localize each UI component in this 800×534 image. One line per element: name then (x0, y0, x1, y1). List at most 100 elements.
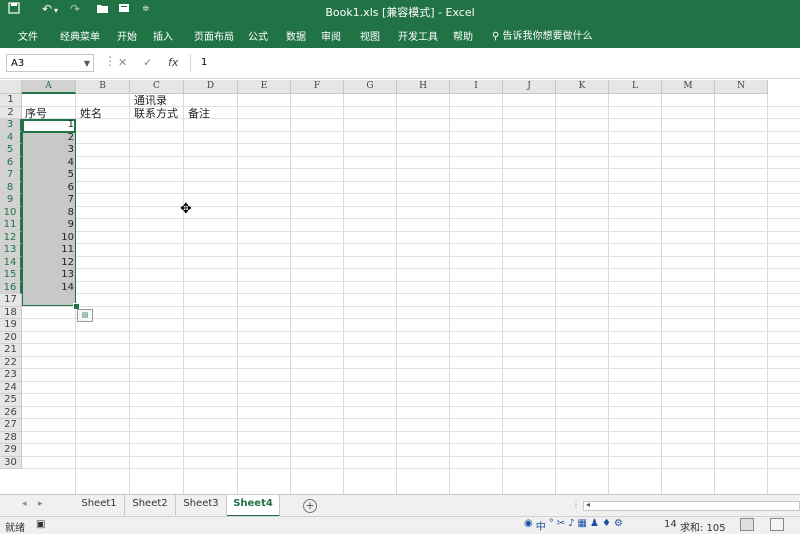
serial-cell[interactable]: 12 (22, 257, 74, 270)
serial-cell[interactable]: 11 (22, 244, 74, 257)
row-header-14[interactable]: 14 (0, 256, 22, 269)
row-header-2[interactable]: 2 (0, 106, 22, 119)
scroll-right-icon[interactable]: ▸ (38, 499, 43, 509)
ime-user-icon[interactable]: ♟ (590, 518, 599, 533)
column-header-e[interactable]: E (238, 80, 291, 94)
row-header-23[interactable]: 23 (0, 369, 22, 382)
serial-cell[interactable]: 8 (22, 207, 74, 220)
select-all-corner[interactable] (0, 80, 22, 94)
tab-insert[interactable]: 插入 (153, 28, 173, 43)
formula-input[interactable]: 1 (190, 54, 796, 72)
column-header-n[interactable]: N (715, 80, 768, 94)
auto-fill-options-icon[interactable]: ▤ (77, 309, 93, 322)
column-header-a[interactable]: A (22, 80, 76, 94)
serial-cell[interactable]: 9 (22, 219, 74, 232)
cell-c1[interactable]: 通讯录 (134, 95, 167, 107)
serial-cell[interactable]: 5 (22, 169, 74, 182)
column-header-i[interactable]: I (450, 80, 503, 94)
ime-chinese-icon[interactable]: 中 (536, 518, 546, 533)
row-header-3[interactable]: 3 (0, 119, 22, 132)
column-header-c[interactable]: C (130, 80, 184, 94)
row-header-26[interactable]: 26 (0, 406, 22, 419)
row-header-22[interactable]: 22 (0, 356, 22, 369)
serial-cell[interactable]: 4 (22, 157, 74, 170)
column-header-l[interactable]: L (609, 80, 662, 94)
page-layout-view-icon[interactable] (770, 518, 784, 531)
row-header-8[interactable]: 8 (0, 181, 22, 194)
ime-toolbar[interactable]: ◉ 中 ° ✂ ♪ ▦ ♟ ♦ ⚙ (524, 518, 623, 533)
row-header-5[interactable]: 5 (0, 144, 22, 157)
ime-punctuation-icon[interactable]: ° (549, 518, 554, 533)
ime-skin-icon[interactable]: ♦ (602, 518, 611, 533)
column-header-b[interactable]: B (76, 80, 130, 94)
sheet-tab-2[interactable]: Sheet2 (125, 495, 176, 515)
row-header-19[interactable]: 19 (0, 319, 22, 332)
row-header-6[interactable]: 6 (0, 156, 22, 169)
macro-record-icon[interactable]: ▣ (36, 519, 45, 530)
chevron-down-icon[interactable]: ▼ (84, 55, 90, 73)
sheet-tab-4[interactable]: Sheet4 (227, 495, 280, 517)
tell-me-search[interactable]: ⚲ 告诉我你想要做什么 (492, 27, 593, 42)
column-header-f[interactable]: F (291, 80, 344, 94)
row-header-10[interactable]: 10 (0, 206, 22, 219)
serial-cell[interactable]: 14 (22, 282, 74, 295)
row-header-28[interactable]: 28 (0, 431, 22, 444)
add-sheet-icon[interactable]: + (303, 499, 317, 513)
cell-c2[interactable]: 联系方式 (134, 108, 178, 120)
column-header-j[interactable]: J (503, 80, 556, 94)
scroll-left-arrow-icon[interactable]: ◂ (586, 500, 590, 509)
tab-page-layout[interactable]: 页面布局 (194, 28, 234, 43)
ime-voice-icon[interactable]: ♪ (568, 518, 574, 533)
row-header-20[interactable]: 20 (0, 331, 22, 344)
serial-cell[interactable]: 1 (22, 119, 74, 132)
column-header-k[interactable]: K (556, 80, 609, 94)
name-box[interactable]: A3 ▼ (6, 54, 94, 72)
row-header-4[interactable]: 4 (0, 131, 22, 144)
row-header-7[interactable]: 7 (0, 169, 22, 182)
serial-cell[interactable]: 7 (22, 194, 74, 207)
row-header-29[interactable]: 29 (0, 444, 22, 457)
ime-settings-icon[interactable]: ⚙ (614, 518, 623, 533)
row-header-1[interactable]: 1 (0, 94, 22, 107)
scroll-left-icon[interactable]: ◂ (22, 499, 27, 509)
row-header-27[interactable]: 27 (0, 419, 22, 432)
row-header-11[interactable]: 11 (0, 219, 22, 232)
ime-logo-icon[interactable]: ◉ (524, 518, 533, 533)
row-header-30[interactable]: 30 (0, 456, 22, 469)
insert-function-icon[interactable]: fx (168, 56, 178, 69)
row-header-16[interactable]: 16 (0, 281, 22, 294)
row-header-13[interactable]: 13 (0, 244, 22, 257)
serial-cell[interactable]: 13 (22, 269, 74, 282)
cell-b2[interactable]: 姓名 (80, 108, 102, 120)
column-header-h[interactable]: H (397, 80, 450, 94)
tab-home[interactable]: 开始 (117, 28, 137, 43)
row-header-21[interactable]: 21 (0, 344, 22, 357)
tab-classic-menu[interactable]: 经典菜单 (60, 28, 100, 43)
tab-help[interactable]: 帮助 (453, 28, 473, 43)
sheet-tab-1[interactable]: Sheet1 (74, 495, 125, 515)
serial-cell[interactable]: 3 (22, 144, 74, 157)
cancel-icon[interactable]: ✕ (118, 56, 127, 69)
worksheet-grid[interactable]: ABCDEFGHIJKLMN 1 2 3 4 5 6 7 8 9 10 11 12 13 14 15 16 17… (0, 80, 800, 494)
serial-cell[interactable]: 10 (22, 232, 74, 245)
tab-file[interactable]: 文件 (18, 28, 38, 43)
ime-tools-icon[interactable]: ✂ (557, 518, 565, 533)
row-header-24[interactable]: 24 (0, 381, 22, 394)
row-header-17[interactable]: 17 (0, 294, 22, 307)
cell-d2[interactable]: 备注 (188, 108, 210, 120)
tab-review[interactable]: 审阅 (321, 28, 341, 43)
tab-formulas[interactable]: 公式 (248, 28, 268, 43)
serial-cell[interactable]: 6 (22, 182, 74, 195)
row-header-9[interactable]: 9 (0, 194, 22, 207)
ime-keyboard-icon[interactable]: ▦ (578, 518, 587, 533)
tab-developer[interactable]: 开发工具 (398, 28, 438, 43)
horizontal-scrollbar[interactable]: ◂ (583, 500, 800, 511)
column-header-d[interactable]: D (184, 80, 238, 94)
normal-view-icon[interactable] (740, 518, 754, 531)
tab-data[interactable]: 数据 (286, 28, 306, 43)
row-header-15[interactable]: 15 (0, 269, 22, 282)
column-header-g[interactable]: G (344, 80, 397, 94)
row-header-25[interactable]: 25 (0, 394, 22, 407)
tab-view[interactable]: 视图 (360, 28, 380, 43)
sheet-tab-3[interactable]: Sheet3 (176, 495, 227, 515)
